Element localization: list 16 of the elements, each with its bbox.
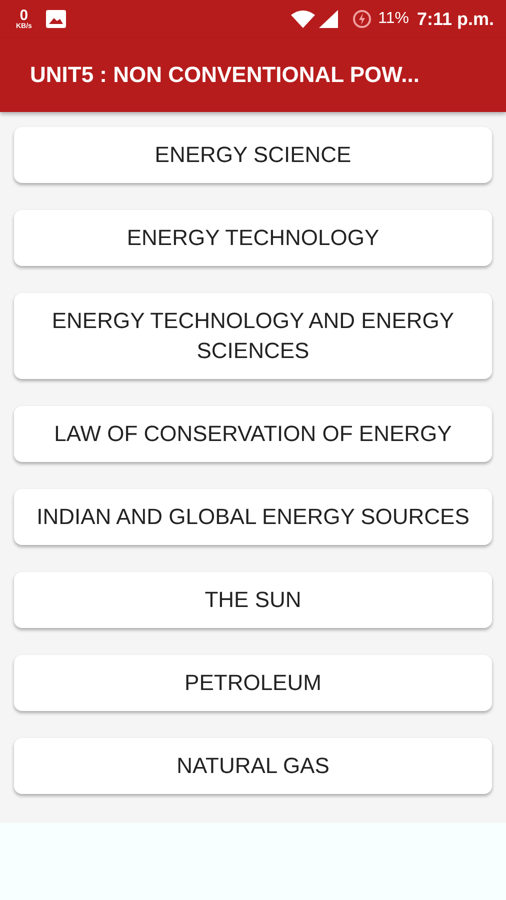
network-speed: 0 (20, 8, 28, 23)
clock: 7:11 p.m. (416, 8, 494, 30)
topic-button[interactable]: INDIAN AND GLOBAL ENERGY SOURCES (14, 489, 492, 545)
app-title: UNIT5 : NON CONVENTIONAL POW... (30, 62, 420, 88)
topic-button[interactable]: ENERGY TECHNOLOGY AND ENERGY SCIENCES (14, 293, 492, 379)
topic-button[interactable]: LAW OF CONSERVATION OF ENERGY (14, 406, 492, 462)
topic-button[interactable]: PETROLEUM (14, 655, 492, 711)
topic-button[interactable]: ENERGY TECHNOLOGY (14, 210, 492, 266)
wifi-icon (291, 10, 316, 28)
topic-button[interactable]: ENERGY SCIENCE (14, 127, 492, 183)
battery-level: 11% (378, 10, 409, 28)
topic-button[interactable]: NATURAL GAS (14, 738, 492, 794)
image-icon (46, 10, 66, 28)
battery-saver-icon (352, 9, 372, 29)
signal-icon (319, 10, 338, 28)
topic-button[interactable]: THE SUN (14, 572, 492, 628)
